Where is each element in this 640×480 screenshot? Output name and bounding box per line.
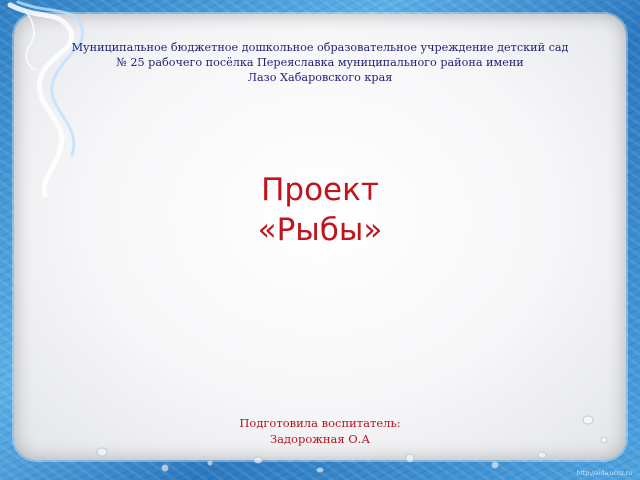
bubble-icon (537, 451, 547, 459)
header-line-2: № 25 рабочего посёлка Переяславка муници… (116, 56, 524, 69)
bubble-icon (253, 456, 263, 464)
author-name: Задорожная О.А (269, 432, 371, 446)
title-line-1: Проект (261, 172, 379, 208)
title-line-2: «Рыбы» (257, 212, 383, 248)
bubble-icon (316, 467, 324, 473)
bubble-icon (491, 461, 499, 469)
project-title: Проект «Рыбы» (200, 170, 440, 250)
bubble-icon (96, 447, 108, 457)
bubble-icon (207, 460, 213, 466)
bubble-icon (582, 415, 594, 425)
header-line-3: Лазо Хабаровского края (247, 71, 393, 84)
watermark: http://aida.ucoz.ru (576, 470, 632, 477)
header-line-1: Муниципальное бюджетное дошкольное образ… (71, 41, 569, 54)
author-block: Подготовила воспитатель: Задорожная О.А (190, 415, 450, 447)
bubble-icon (405, 453, 415, 463)
bubble-icon (161, 464, 169, 472)
institution-header: Муниципальное бюджетное дошкольное образ… (30, 40, 610, 85)
bubble-icon (600, 436, 608, 444)
author-role: Подготовила воспитатель: (239, 416, 401, 430)
